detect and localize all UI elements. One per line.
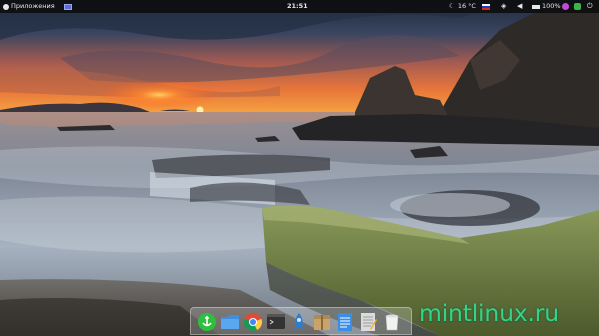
dock-chrome[interactable]: [243, 311, 263, 332]
moon-icon: ☾: [449, 2, 455, 10]
rocket-app-icon: [293, 313, 305, 331]
archive-manager-icon: [314, 315, 330, 330]
workspace-icon: [64, 3, 72, 10]
dock-files[interactable]: [220, 311, 240, 332]
applications-icon: [3, 3, 9, 10]
tray-shield-icon[interactable]: [574, 0, 581, 13]
document-viewer-icon: [338, 313, 352, 331]
text-editor-icon: [361, 313, 377, 331]
dock: [190, 307, 412, 335]
shield-icon: [574, 3, 581, 10]
anchor-app-icon: [198, 313, 216, 331]
watermark-text: mintlinux.ru: [419, 299, 559, 327]
network-icon[interactable]: ◈: [501, 0, 506, 13]
applications-menu-button[interactable]: Приложения: [3, 0, 55, 13]
chrome-browser-icon: [244, 313, 262, 331]
tray-app-icon[interactable]: [562, 0, 569, 13]
files-folder-icon: [221, 315, 239, 329]
top-panel: Приложения 21:51 ☾ 16 °C ◈ ◀ 100% ⏻: [0, 0, 599, 13]
weather-indicator[interactable]: ☾ 16 °C: [449, 0, 476, 13]
workspace-switcher[interactable]: [64, 0, 72, 13]
desktop-wallpaper: [0, 0, 599, 336]
dock-rocket-app[interactable]: [289, 311, 309, 332]
applications-label: Приложения: [11, 2, 55, 10]
power-icon[interactable]: ⏻: [587, 0, 593, 13]
volume-icon[interactable]: ◀: [517, 0, 522, 13]
weather-temperature: 16 °C: [457, 2, 476, 10]
trash-icon: [385, 314, 399, 331]
terminal-icon: [267, 314, 285, 329]
dock-anchor-app[interactable]: [197, 311, 217, 332]
battery-indicator[interactable]: 100%: [532, 0, 561, 13]
clock[interactable]: 21:51: [287, 0, 308, 13]
battery-icon: [532, 4, 540, 9]
dock-document-viewer[interactable]: [335, 311, 355, 332]
dock-text-editor[interactable]: [358, 311, 378, 332]
tray-purple-icon: [562, 3, 569, 10]
dock-trash[interactable]: [382, 311, 402, 332]
dock-terminal[interactable]: [266, 311, 286, 332]
russian-flag-icon: [482, 3, 490, 10]
dock-archive-manager[interactable]: [312, 311, 332, 332]
keyboard-layout-indicator[interactable]: [482, 0, 490, 13]
battery-percent: 100%: [542, 2, 561, 10]
